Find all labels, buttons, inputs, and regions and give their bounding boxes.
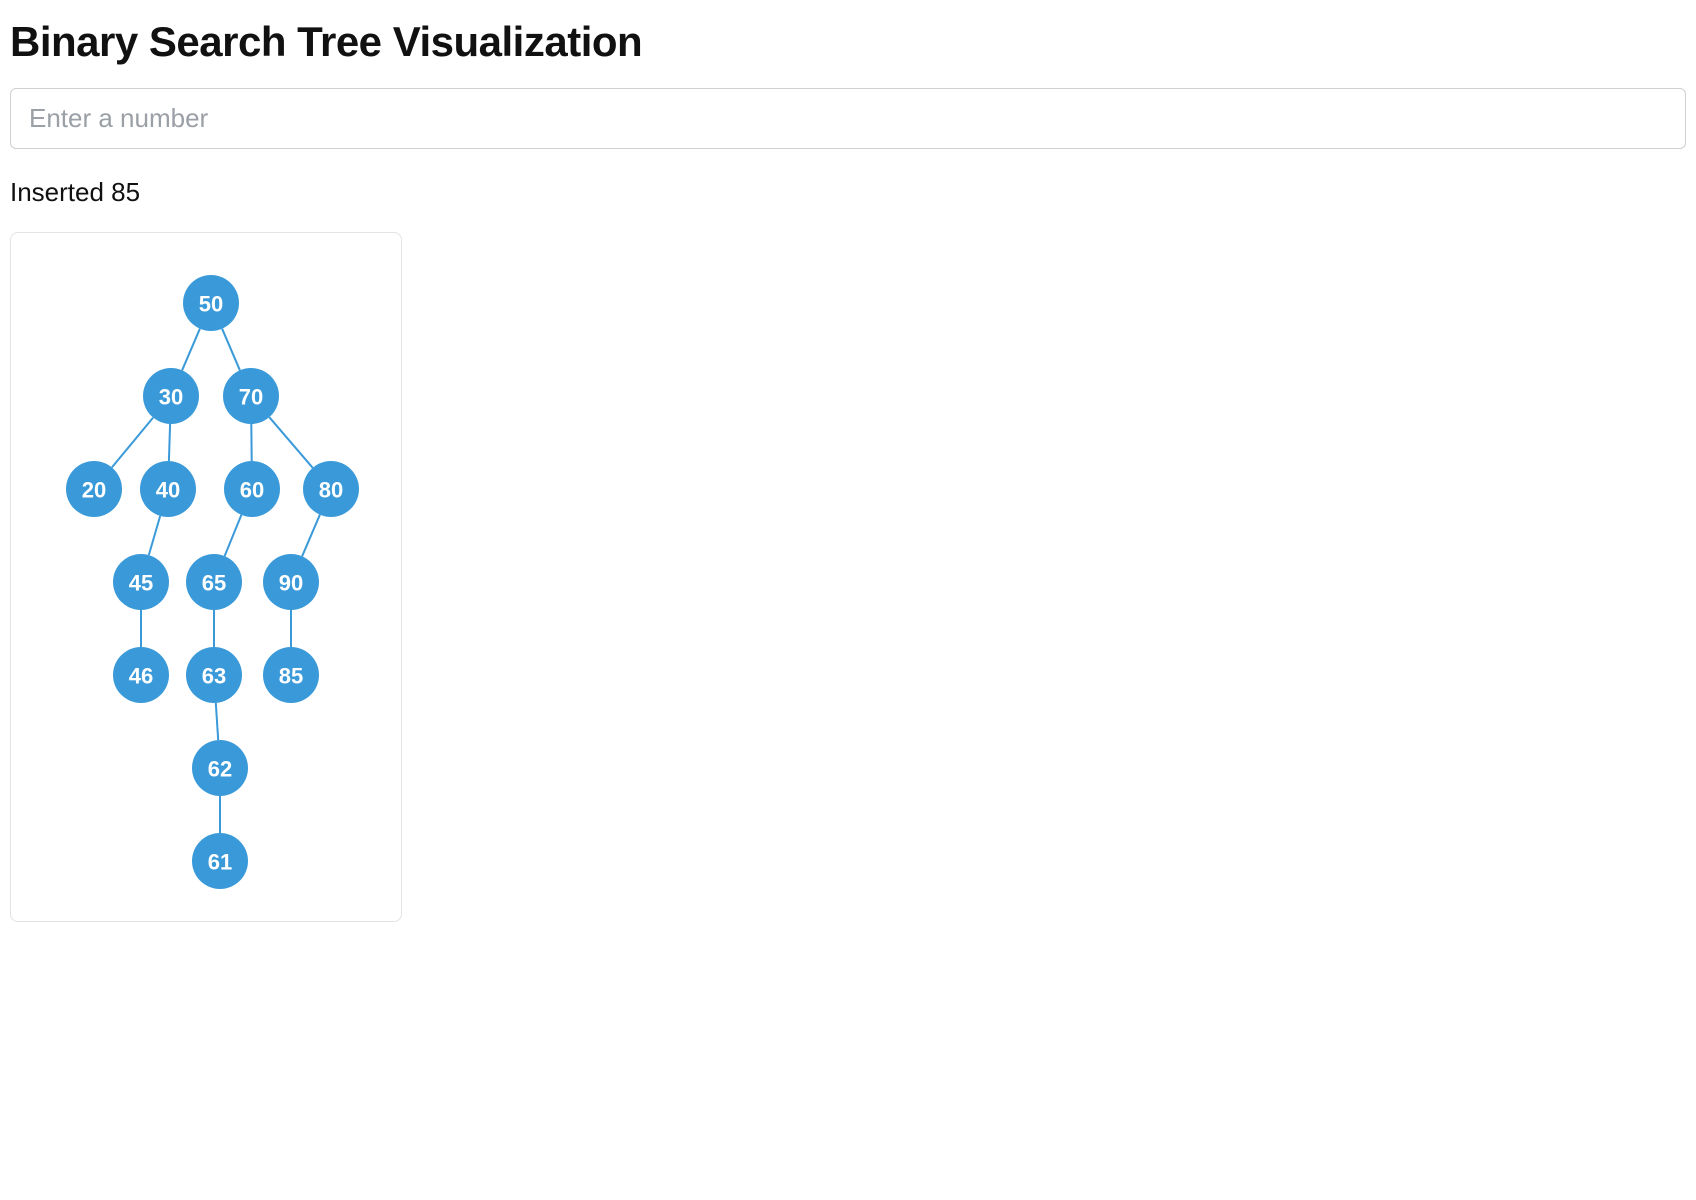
tree-node: 20 — [66, 461, 122, 517]
tree-node-label: 46 — [129, 664, 153, 689]
tree-node-label: 63 — [202, 664, 226, 689]
tree-edge — [302, 515, 320, 557]
tree-node-label: 90 — [279, 571, 303, 596]
tree-node-label: 60 — [240, 478, 264, 503]
page-title: Binary Search Tree Visualization — [10, 18, 1686, 66]
tree-edge — [225, 515, 242, 556]
tree-edge — [216, 703, 218, 740]
tree-node: 61 — [192, 833, 248, 889]
tree-node: 65 — [186, 554, 242, 610]
tree-node: 30 — [143, 368, 199, 424]
tree-edge — [269, 417, 312, 468]
bst-diagram: 50 30 70 20 40 60 80 45 65 90 46 63 85 62 61 — [31, 253, 381, 913]
tree-node: 50 — [183, 275, 239, 331]
tree-node: 70 — [223, 368, 279, 424]
tree-node-label: 20 — [82, 478, 106, 503]
tree-node-label: 30 — [159, 385, 183, 410]
tree-node-label: 65 — [202, 571, 226, 596]
tree-edge — [149, 516, 160, 555]
tree-edge — [182, 329, 200, 371]
tree-panel: 50 30 70 20 40 60 80 45 65 90 46 63 85 62 61 — [10, 232, 402, 922]
tree-edge — [112, 418, 153, 468]
number-input[interactable] — [10, 88, 1686, 149]
status-text: Inserted 85 — [10, 177, 1686, 208]
tree-node: 63 — [186, 647, 242, 703]
tree-node: 40 — [140, 461, 196, 517]
tree-node: 62 — [192, 740, 248, 796]
tree-node: 60 — [224, 461, 280, 517]
tree-node-label: 70 — [239, 385, 263, 410]
tree-edge — [222, 329, 240, 371]
tree-node-label: 85 — [279, 664, 303, 689]
tree-node-label: 61 — [208, 850, 232, 875]
tree-node-label: 80 — [319, 478, 343, 503]
tree-node: 45 — [113, 554, 169, 610]
tree-node-label: 62 — [208, 757, 232, 782]
tree-node-label: 50 — [199, 292, 223, 317]
tree-node-label: 45 — [129, 571, 153, 596]
tree-edge — [169, 424, 170, 461]
tree-node: 80 — [303, 461, 359, 517]
tree-node-label: 40 — [156, 478, 180, 503]
tree-node: 85 — [263, 647, 319, 703]
tree-node: 46 — [113, 647, 169, 703]
tree-node: 90 — [263, 554, 319, 610]
